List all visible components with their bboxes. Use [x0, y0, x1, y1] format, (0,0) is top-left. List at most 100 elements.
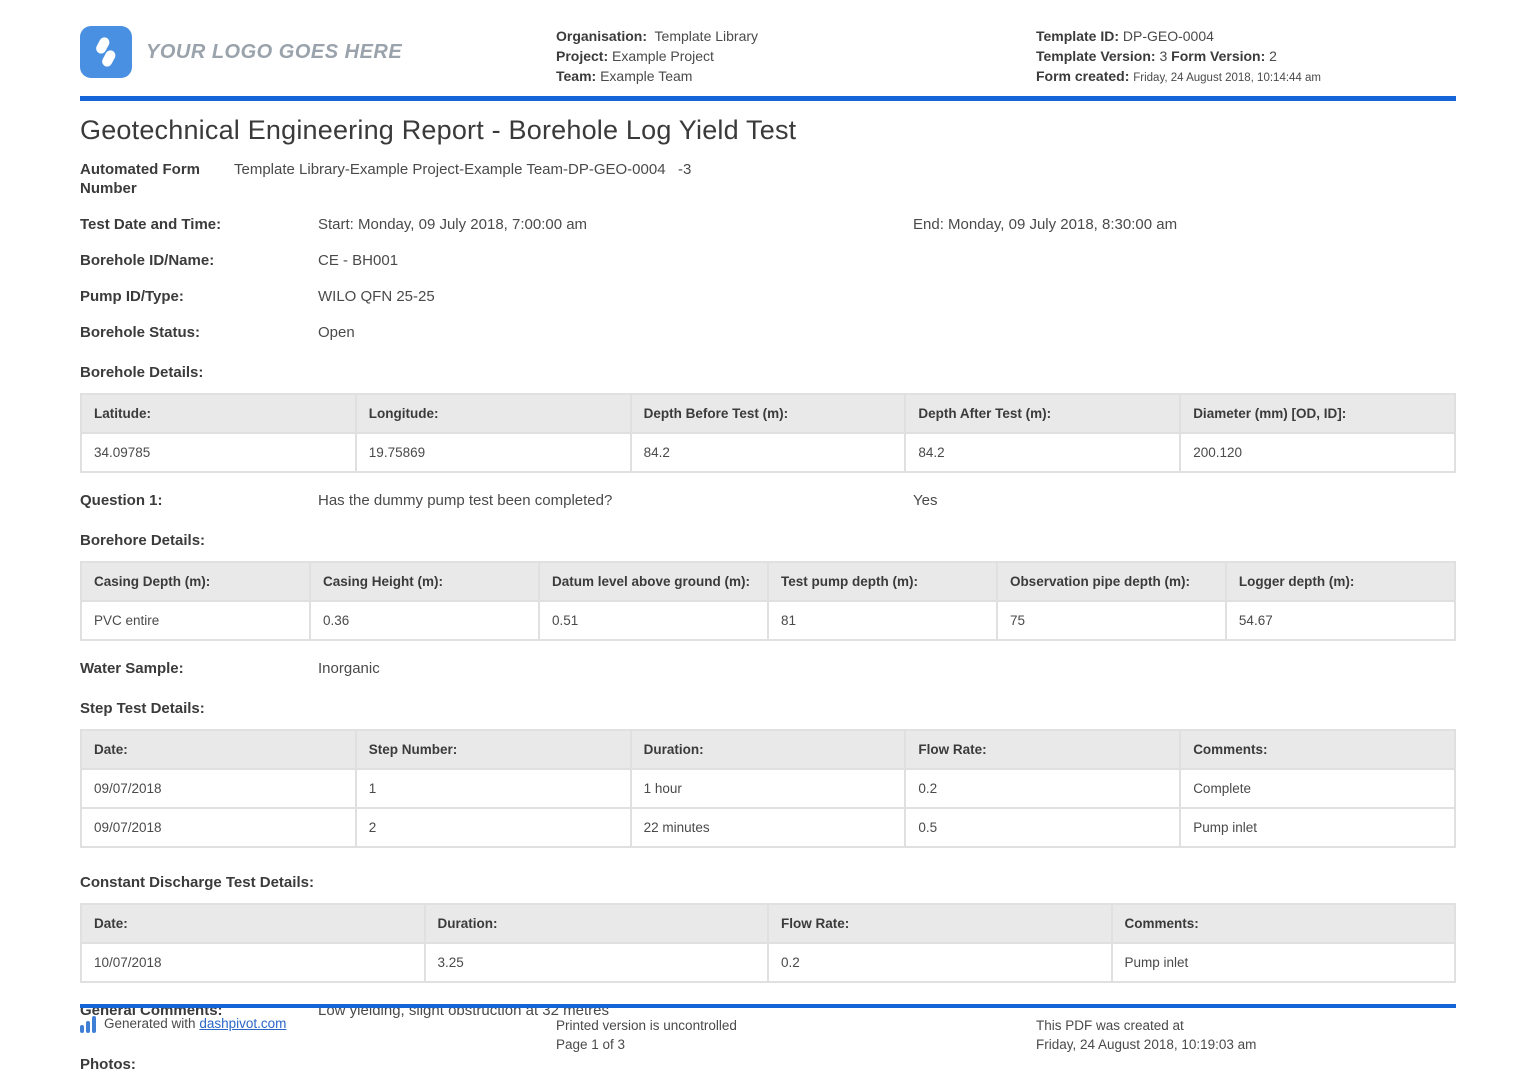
field-borehole-id: Borehole ID/Name: CE - BH001: [80, 251, 1456, 270]
page-footer: Generated with dashpivot.com Printed ver…: [80, 1004, 1456, 1054]
pdf-created-timestamp: Friday, 24 August 2018, 10:19:03 am: [1036, 1035, 1456, 1054]
test-start-value: Start: Monday, 09 July 2018, 7:00:00 am: [318, 215, 913, 234]
form-created-value: Friday, 24 August 2018, 10:14:44 am: [1133, 72, 1321, 84]
col-duration: Duration:: [426, 905, 768, 942]
template-version-value: 3: [1159, 48, 1167, 64]
col-duration: Duration:: [632, 731, 905, 768]
dashpivot-link[interactable]: dashpivot.com: [199, 1016, 286, 1031]
table-row: 34.09785 19.75869 84.2 84.2 200.120: [82, 434, 1454, 471]
question1-answer: Yes: [913, 491, 937, 510]
page-header: YOUR LOGO GOES HERE Organisation: Templa…: [80, 26, 1456, 88]
step-test-table: Date: Step Number: Duration: Flow Rate: …: [80, 729, 1456, 848]
col-depth-before: Depth Before Test (m):: [632, 395, 905, 432]
photos-title: Photos:: [80, 1056, 1456, 1073]
cell-duration: 1 hour: [632, 770, 905, 807]
table-row: 10/07/2018 3.25 0.2 Pump inlet: [82, 944, 1454, 981]
cell-step-number: 1: [357, 770, 630, 807]
project-value: Example Project: [612, 48, 714, 64]
col-casing-depth: Casing Depth (m):: [82, 563, 309, 600]
logo-glyph-icon: [89, 35, 123, 69]
table-row: 09/07/2018 1 1 hour 0.2 Complete: [82, 770, 1454, 807]
cell-test-pump-depth: 81: [769, 602, 996, 639]
question1-values: Has the dummy pump test been completed? …: [318, 491, 1456, 510]
team-value: Example Team: [600, 68, 692, 84]
project-label: Project:: [556, 48, 608, 64]
cell-comments: Complete: [1181, 770, 1454, 807]
template-id-value: DP-GEO-0004: [1123, 28, 1214, 44]
col-observation-pipe: Observation pipe depth (m):: [998, 563, 1225, 600]
header-divider: [80, 96, 1456, 101]
versions-line: Template Version: 3 Form Version: 2: [1036, 46, 1456, 66]
col-comments: Comments:: [1113, 905, 1455, 942]
form-created-line: Form created: Friday, 24 August 2018, 10…: [1036, 66, 1456, 88]
col-step-number: Step Number:: [357, 731, 630, 768]
cell-casing-depth: PVC entire: [82, 602, 309, 639]
header-meta-center: Organisation: Template Library Project: …: [556, 26, 1036, 86]
company-logo-icon: [80, 26, 132, 78]
organisation-value: Template Library: [655, 28, 759, 44]
logo: YOUR LOGO GOES HERE: [80, 26, 556, 78]
table-header-row: Latitude: Longitude: Depth Before Test (…: [82, 395, 1454, 432]
field-test-date-time: Test Date and Time: Start: Monday, 09 Ju…: [80, 215, 1456, 234]
template-id-label: Template ID:: [1036, 28, 1119, 44]
borehole-status-label: Borehole Status:: [80, 323, 318, 342]
borehole-details-table: Latitude: Longitude: Depth Before Test (…: [80, 393, 1456, 473]
col-latitude: Latitude:: [82, 395, 355, 432]
template-id-line: Template ID: DP-GEO-0004: [1036, 26, 1456, 46]
organisation-line: Organisation: Template Library: [556, 26, 1036, 46]
page-title: Geotechnical Engineering Report - Boreho…: [80, 115, 1456, 146]
table-header-row: Date: Duration: Flow Rate: Comments:: [82, 905, 1454, 942]
cell-comments: Pump inlet: [1113, 944, 1455, 981]
pdf-created-label: This PDF was created at: [1036, 1016, 1456, 1035]
cell-depth-after: 84.2: [906, 434, 1179, 471]
header-meta-right: Template ID: DP-GEO-0004 Template Versio…: [1036, 26, 1456, 88]
step-test-title: Step Test Details:: [80, 700, 1456, 717]
col-date: Date:: [82, 731, 355, 768]
pump-id-label: Pump ID/Type:: [80, 287, 318, 306]
logo-placeholder-text: YOUR LOGO GOES HERE: [146, 41, 402, 64]
field-water-sample: Water Sample: Inorganic: [80, 659, 1456, 678]
generated-with-text: Generated with dashpivot.com: [104, 1016, 286, 1031]
water-sample-value: Inorganic: [318, 659, 380, 678]
table-row: 09/07/2018 2 22 minutes 0.5 Pump inlet: [82, 809, 1454, 846]
cell-latitude: 34.09785: [82, 434, 355, 471]
pump-id-value: WILO QFN 25-25: [318, 287, 435, 306]
col-logger-depth: Logger depth (m):: [1227, 563, 1454, 600]
question1-label: Question 1:: [80, 491, 318, 510]
team-line: Team: Example Team: [556, 66, 1036, 86]
field-question1: Question 1: Has the dummy pump test been…: [80, 491, 1456, 510]
cell-date: 09/07/2018: [82, 770, 355, 807]
page-number-text: Page 1 of 3: [556, 1035, 1036, 1054]
project-line: Project: Example Project: [556, 46, 1036, 66]
col-casing-height: Casing Height (m):: [311, 563, 538, 600]
col-datum-level: Datum level above ground (m):: [540, 563, 767, 600]
form-created-label: Form created:: [1036, 68, 1129, 84]
col-longitude: Longitude:: [357, 395, 630, 432]
cell-flow-rate: 0.5: [906, 809, 1179, 846]
printed-version-text: Printed version is uncontrolled: [556, 1016, 1036, 1035]
constant-discharge-title: Constant Discharge Test Details:: [80, 874, 1456, 891]
report-page: YOUR LOGO GOES HERE Organisation: Templa…: [0, 0, 1536, 1073]
borehole-id-value: CE - BH001: [318, 251, 398, 270]
form-version-value: 2: [1269, 48, 1277, 64]
col-flow-rate: Flow Rate:: [769, 905, 1111, 942]
table-row: PVC entire 0.36 0.51 81 75 54.67: [82, 602, 1454, 639]
field-borehole-status: Borehole Status: Open: [80, 323, 1456, 342]
field-pump-id: Pump ID/Type: WILO QFN 25-25: [80, 287, 1456, 306]
borehore-details-title: Borehore Details:: [80, 532, 1456, 549]
organisation-label: Organisation:: [556, 28, 647, 44]
borehole-id-label: Borehole ID/Name:: [80, 251, 318, 270]
automated-form-number-label: Automated Form Number: [80, 160, 230, 198]
cell-duration: 3.25: [426, 944, 768, 981]
form-version-label: Form Version:: [1171, 48, 1265, 64]
col-date: Date:: [82, 905, 424, 942]
cell-longitude: 19.75869: [357, 434, 630, 471]
automated-form-number-value: Template Library-Example Project-Example…: [234, 160, 691, 179]
constant-discharge-table: Date: Duration: Flow Rate: Comments: 10/…: [80, 903, 1456, 983]
borehole-status-value: Open: [318, 323, 355, 342]
bar-chart-icon: [80, 1016, 96, 1033]
footer-generated: Generated with dashpivot.com: [80, 1016, 556, 1054]
cell-observation-pipe: 75: [998, 602, 1225, 639]
col-flow-rate: Flow Rate:: [906, 731, 1179, 768]
borehole-details-title: Borehole Details:: [80, 364, 1456, 381]
